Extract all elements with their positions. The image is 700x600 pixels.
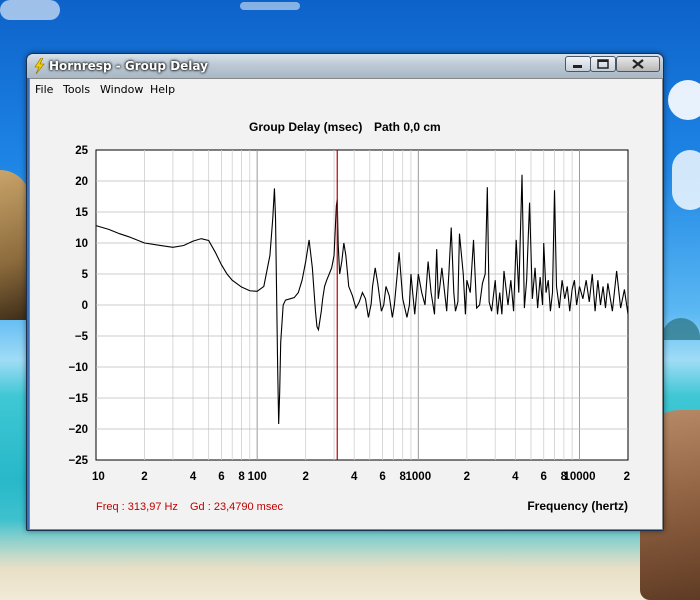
x-tick-label: 2 — [141, 471, 147, 483]
frequency-readout: Freq : 313,97 Hz — [96, 501, 178, 513]
island-scenery — [662, 318, 700, 340]
minimize-button[interactable] — [565, 56, 591, 72]
x-axis-label: Frequency (hertz) — [527, 499, 628, 513]
y-tick-label: −20 — [68, 424, 88, 436]
y-tick-label: 0 — [82, 300, 88, 312]
y-axis-ticks: 25 20 15 10 5 0 −5 −10 −15 −20 −25 — [68, 145, 88, 467]
y-tick-label: −15 — [68, 393, 88, 405]
y-tick-label: −10 — [68, 362, 88, 374]
x-tick-label: 6 — [541, 471, 547, 483]
y-tick-label: 20 — [75, 176, 88, 188]
x-tick-label: 10 — [92, 471, 105, 483]
maximize-button[interactable] — [590, 56, 616, 72]
x-tick-label: 2 — [624, 471, 630, 483]
group-delay-chart[interactable]: Group Delay (msec) Path 0,0 cm 252015105… — [30, 79, 662, 529]
x-tick-label: 2 — [464, 471, 470, 483]
client-area: File Tools Window Help Group Delay (msec… — [29, 78, 663, 530]
hornresp-app-icon — [34, 58, 45, 74]
close-button[interactable] — [616, 56, 660, 72]
x-tick-label: 2 — [302, 471, 308, 483]
x-tick-label: 8 — [238, 471, 245, 483]
close-icon — [632, 59, 644, 69]
x-tick-label: 1000 — [406, 471, 432, 483]
x-tick-label: 10000 — [563, 471, 595, 483]
y-tick-label: 10 — [75, 238, 88, 250]
y-tick-label: −5 — [75, 331, 89, 343]
hornresp-window[interactable]: Hornresp - Group Delay File Tools Window… — [26, 53, 664, 531]
chart-title-left: Group Delay (msec) — [249, 120, 362, 134]
x-tick-label: 6 — [379, 471, 385, 483]
y-tick-label: 25 — [75, 145, 88, 157]
y-tick-label: −25 — [68, 455, 88, 467]
group-delay-readout: Gd : 23,4790 msec — [190, 501, 283, 513]
x-tick-label: 6 — [218, 471, 224, 483]
y-tick-label: 15 — [75, 207, 88, 219]
chart-title-right: Path 0,0 cm — [374, 120, 441, 134]
x-tick-label: 4 — [190, 471, 197, 483]
x-axis-ticks: 10 2 4 6 8 100 2 4 6 8 1000 2 4 6 810000 2 — [92, 471, 630, 483]
window-title: Hornresp - Group Delay — [49, 59, 208, 73]
beach-scenery — [0, 520, 700, 600]
maximize-icon — [597, 59, 609, 69]
x-tick-label: 100 — [248, 471, 267, 483]
y-tick-label: 5 — [82, 269, 89, 281]
x-tick-label: 4 — [512, 471, 519, 483]
minimize-icon — [573, 65, 582, 68]
x-tick-label: 4 — [351, 471, 358, 483]
title-bar[interactable]: Hornresp - Group Delay — [27, 54, 663, 78]
